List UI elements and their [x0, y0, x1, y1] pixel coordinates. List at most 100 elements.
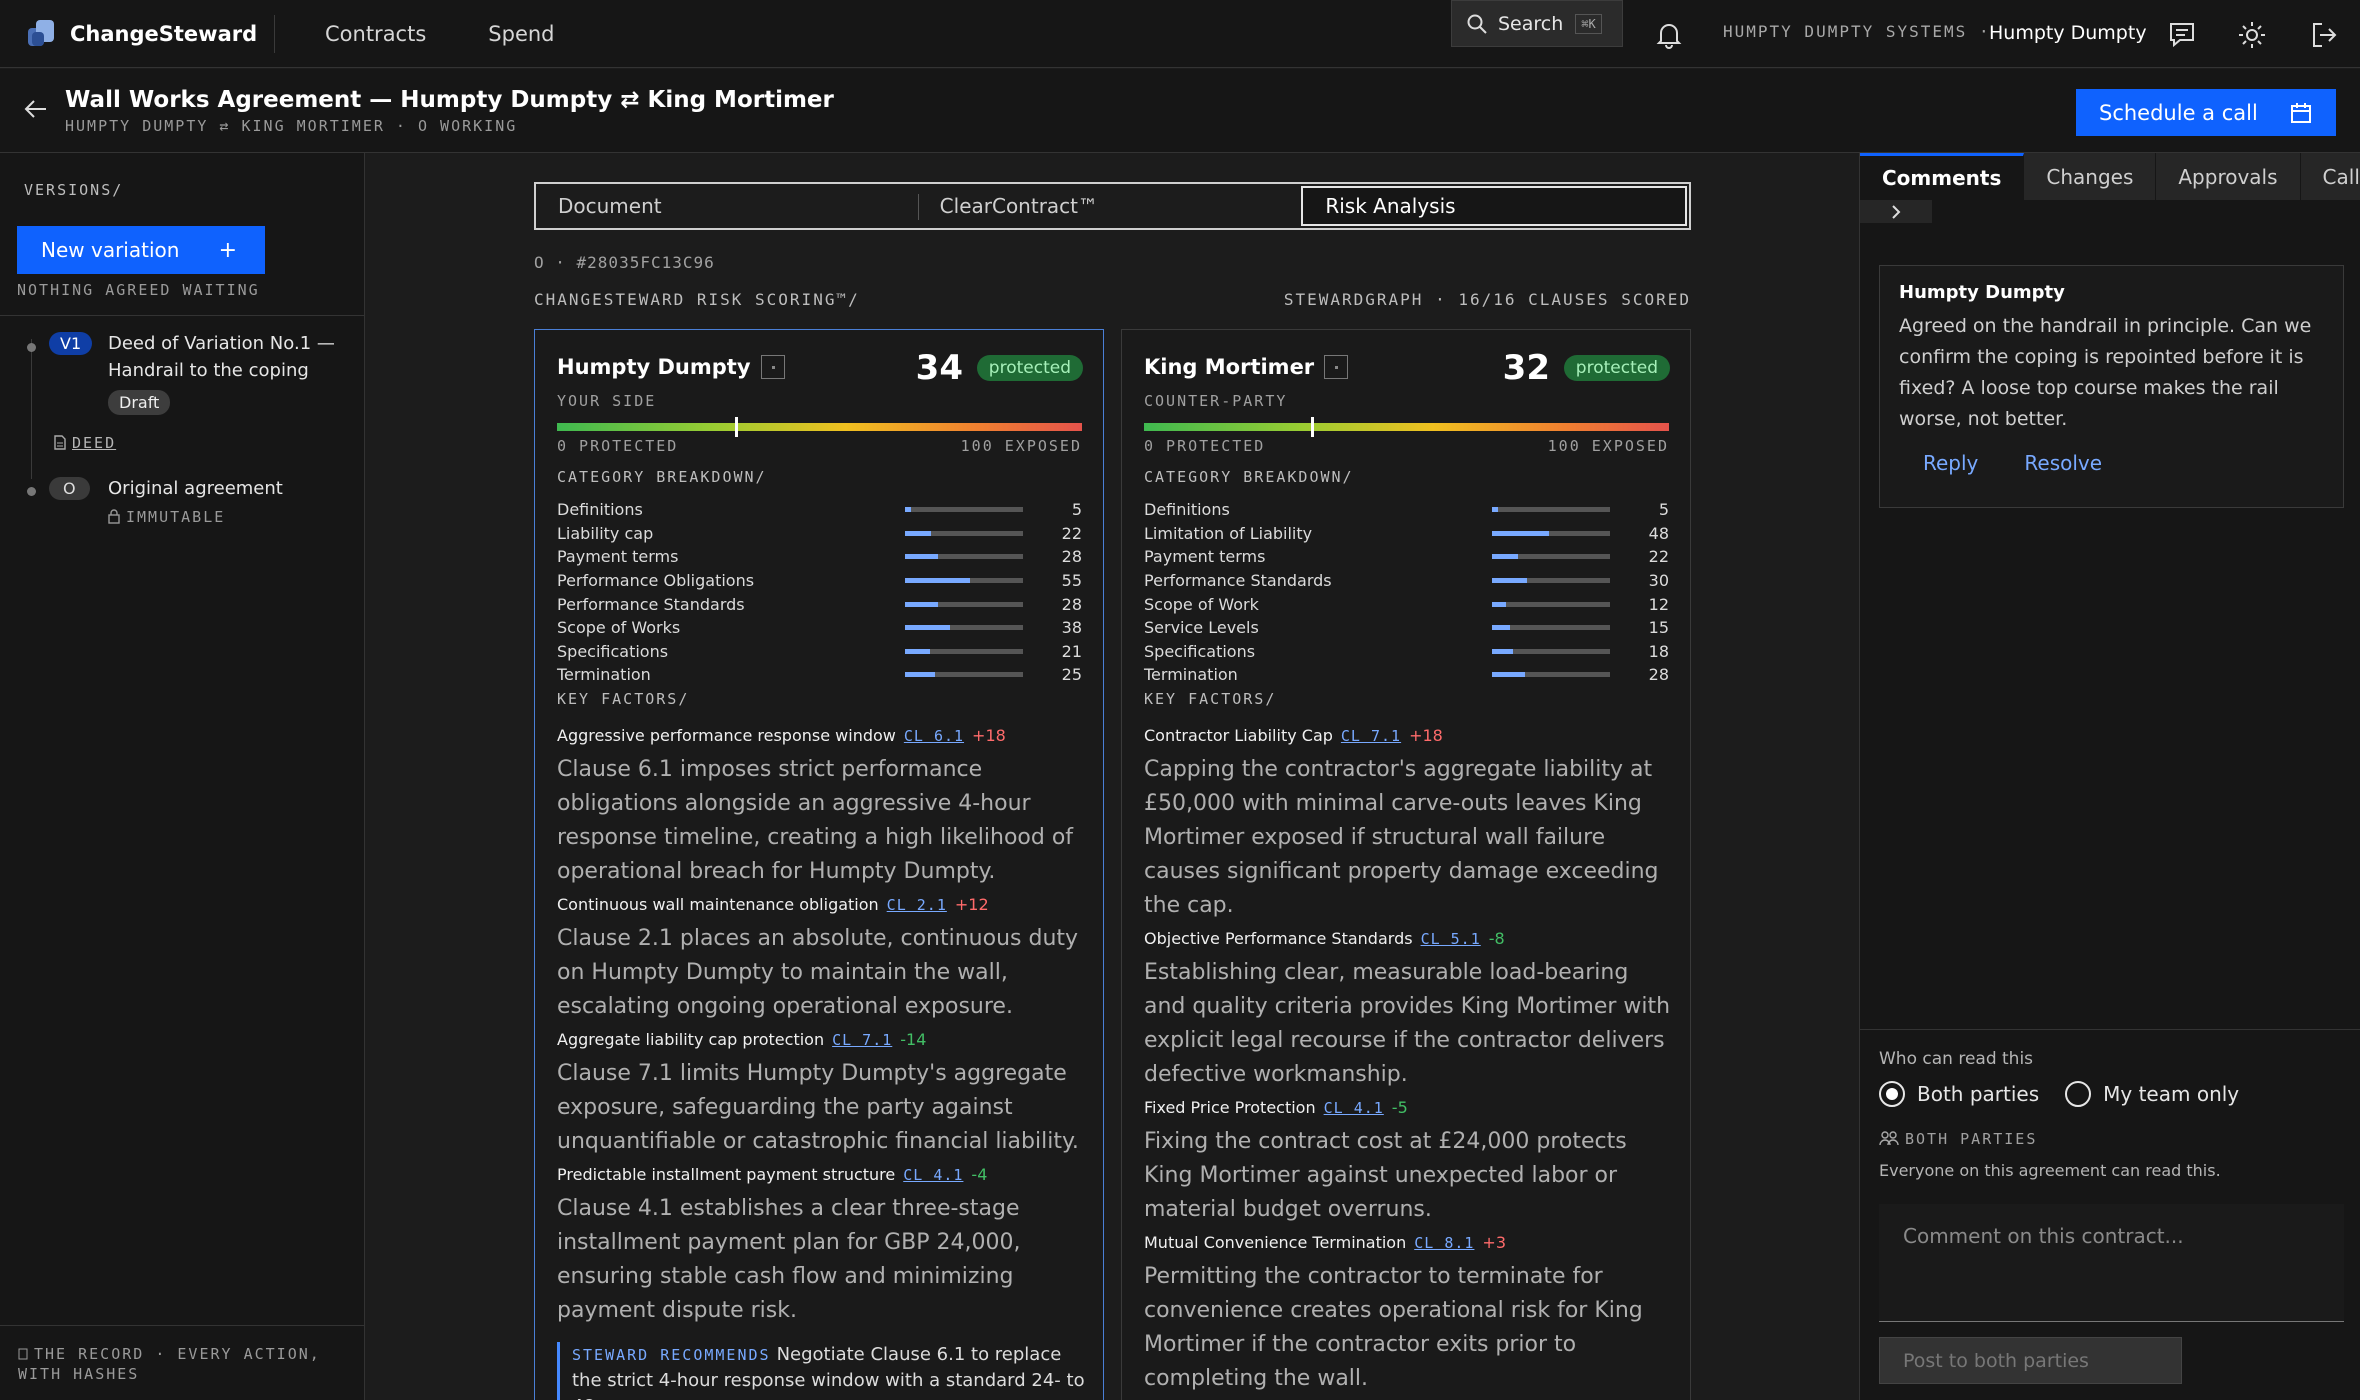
clause-link[interactable]: CL 7.1 [1341, 727, 1401, 745]
clause-link[interactable]: CL 4.1 [1324, 1099, 1384, 1117]
category-name: Service Levels [1144, 618, 1259, 638]
factor-body: Clause 2.1 places an absolute, continuou… [557, 926, 1079, 1019]
version-badge-original[interactable]: O [49, 477, 90, 500]
party-role: YOUR SIDE [557, 392, 657, 410]
divider [0, 315, 364, 316]
factor-body: Establishing clear, measurable load-bear… [1144, 960, 1671, 1087]
tab-comments[interactable]: Comments [1860, 153, 2025, 200]
category-bar-fill [905, 530, 931, 536]
page-subtitle: HUMPTY DUMPTY ⇄ KING MORTIMER · O WORKIN… [65, 117, 518, 135]
category-value: 25 [1061, 665, 1082, 685]
deed-link[interactable]: DEED [54, 434, 116, 452]
factor-title: Contractor Liability Cap [1144, 726, 1333, 745]
radio-unchecked-icon [2065, 1081, 2092, 1107]
user-name[interactable]: Humpty Dumpty [1989, 22, 2147, 44]
clause-link[interactable]: CL 2.1 [887, 896, 947, 914]
search-button[interactable]: Search ⌘K [1451, 0, 1623, 47]
app-name: ChangeSteward [70, 21, 258, 46]
status-badge: protected [976, 355, 1083, 381]
org-name: HUMPTY DUMPTY SYSTEMS · [1723, 22, 1991, 41]
party-risk-card: King Mortimer 32 protected COUNTER-PARTY 0 P… [1121, 329, 1691, 1400]
resolve-button[interactable]: Resolve [2024, 451, 2102, 475]
app-logo[interactable]: ChangeSteward [26, 18, 274, 50]
tab-risk-analysis[interactable]: Risk Analysis [1301, 186, 1688, 226]
schedule-call-label: Schedule a call [2099, 100, 2258, 125]
category-value: 28 [1061, 547, 1082, 567]
both-parties-heading: BOTH PARTIES [1879, 1130, 2037, 1148]
versions-heading: VERSIONS/ [24, 181, 124, 199]
view-tabs: Document ClearContract™ Risk Analysis [534, 182, 1691, 230]
comment-author: Humpty Dumpty [1899, 282, 2065, 303]
tab-calls[interactable]: Calls [2300, 153, 2360, 200]
clause-link[interactable]: CL 5.1 [1421, 930, 1481, 948]
tab-clearcontract[interactable]: ClearContract™ [917, 184, 1300, 228]
radio-both-label: Both parties [1917, 1082, 2040, 1106]
category-value: 38 [1061, 618, 1082, 638]
category-value: 5 [1658, 500, 1669, 520]
nav-spend[interactable]: Spend [488, 22, 554, 46]
factor-body: Clause 4.1 establishes a clear three-sta… [557, 1196, 1021, 1323]
org-label: HUMPTY DUMPTY SYSTEMS [1723, 22, 1968, 41]
version-title-v1[interactable]: Deed of Variation No.1 — Handrail to the… [108, 330, 348, 384]
factor-delta: -4 [971, 1165, 988, 1184]
draft-badge: Draft [108, 390, 171, 415]
radio-my-team-only[interactable]: My team only [2065, 1081, 2239, 1107]
factor-header: Mutual Convenience Termination CL 8.1 +3 [1144, 1233, 1674, 1252]
category-value: 12 [1648, 594, 1669, 614]
schedule-call-button[interactable]: Schedule a call [2076, 89, 2336, 136]
chat-icon[interactable] [2168, 21, 2196, 47]
both-parties-description: Everyone on this agreement can read this… [1879, 1161, 2221, 1180]
risk-gauge [1144, 417, 1669, 437]
category-value: 18 [1648, 641, 1669, 661]
category-bar-fill [905, 648, 930, 654]
category-bar-fill [1492, 530, 1549, 536]
factor-body: Clause 6.1 imposes strict performance ob… [557, 757, 1074, 884]
bell-icon[interactable] [1656, 21, 1682, 49]
category-list: Definitions 5 Liability cap 22 Payment terms… [557, 498, 1082, 687]
category-value: 28 [1648, 665, 1669, 685]
category-name: Specifications [1144, 641, 1256, 661]
expand-icon[interactable] [1324, 355, 1349, 379]
tab-approvals[interactable]: Approvals [2156, 153, 2301, 200]
logout-icon[interactable] [2310, 21, 2338, 49]
category-row: Specifications 18 [1144, 640, 1669, 664]
party-name: Humpty Dumpty [557, 355, 785, 379]
tab-document[interactable]: Document [536, 184, 918, 228]
factor-body: Permitting the contractor to terminate f… [1144, 1264, 1643, 1391]
back-arrow-icon[interactable] [24, 99, 48, 119]
record-footer[interactable]: THE RECORD · EVERY ACTION, WITH HASHES [0, 1325, 364, 1400]
new-variation-button[interactable]: New variation + [17, 226, 265, 274]
both-parties-text: BOTH PARTIES [1905, 1130, 2038, 1148]
category-row: Definitions 5 [557, 498, 1082, 522]
category-value: 55 [1061, 571, 1082, 591]
factor-header: Contractor Liability Cap CL 7.1 +18 [1144, 726, 1674, 745]
nav-contracts[interactable]: Contracts [325, 22, 426, 46]
tab-changes[interactable]: Changes [2024, 153, 2157, 200]
category-bar [1492, 625, 1610, 631]
factor-header: Aggressive performance response window CL… [557, 726, 1087, 745]
post-button[interactable]: Post to both parties [1879, 1337, 2182, 1384]
category-name: Payment terms [557, 547, 679, 567]
category-name: Scope of Works [557, 618, 681, 638]
category-name: Termination [557, 665, 651, 685]
collapse-panel-button[interactable] [1860, 200, 1932, 223]
category-value: 48 [1648, 523, 1669, 543]
clause-link[interactable]: CL 4.1 [903, 1166, 963, 1184]
clause-link[interactable]: CL 7.1 [832, 1031, 892, 1049]
comment-input[interactable]: Comment on this contract... [1879, 1204, 2344, 1322]
expand-icon[interactable] [760, 355, 785, 379]
theme-sun-icon[interactable] [2238, 21, 2266, 49]
category-bar [1492, 507, 1610, 513]
category-bar-fill [905, 672, 935, 678]
radio-both-parties[interactable]: Both parties [1879, 1081, 2039, 1107]
versions-sidebar: VERSIONS/ New variation + NOTHING AGREED… [0, 153, 365, 1400]
version-badge-v1[interactable]: V1 [49, 332, 93, 355]
version-title-original[interactable]: Original agreement [108, 475, 283, 502]
clause-link[interactable]: CL 6.1 [904, 727, 964, 745]
clause-link[interactable]: CL 8.1 [1414, 1234, 1474, 1252]
gauge-marker [1311, 417, 1314, 437]
reply-button[interactable]: Reply [1923, 451, 1978, 475]
factor-delta: +3 [1482, 1233, 1507, 1252]
factor-delta: -8 [1488, 929, 1505, 948]
category-bar [1492, 578, 1610, 584]
